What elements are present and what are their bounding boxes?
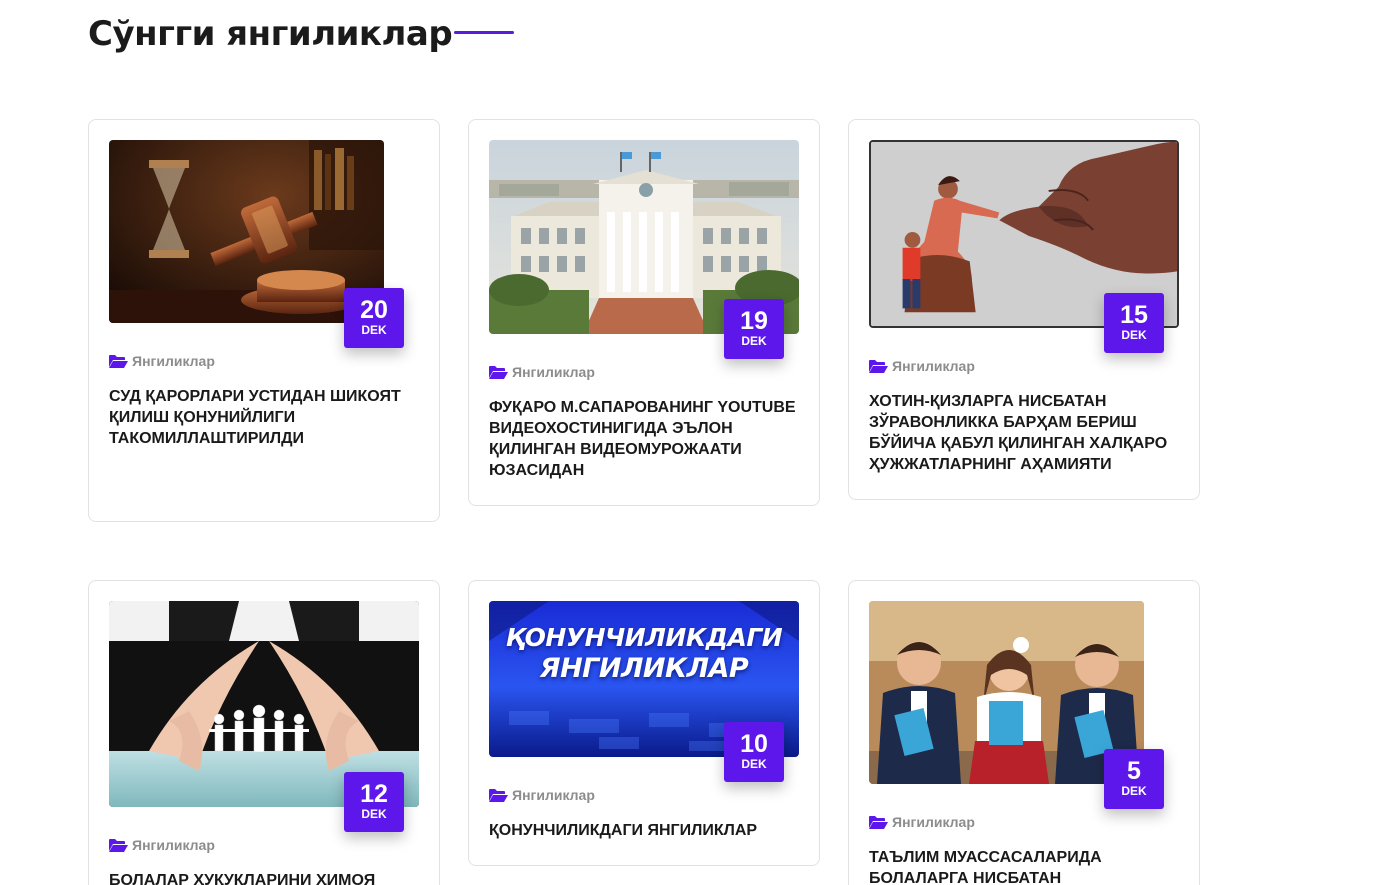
news-category[interactable]: Янгиликлар — [869, 358, 975, 374]
news-category[interactable]: Янгиликлар — [869, 814, 975, 830]
news-title-link[interactable]: СУД ҚАРОРЛАРИ УСТИДАН ШИКОЯТ ҚИЛИШ ҚОНУН… — [109, 386, 424, 449]
banner-text: ҚОНУНЧИЛИКДАГИ ЯНГИЛИКЛАР — [489, 623, 799, 685]
category-label: Янгиликлар — [512, 364, 595, 380]
date-badge: 12 DEK — [344, 772, 404, 832]
folder-open-icon — [109, 355, 128, 368]
news-card[interactable]: 15 DEK Янгиликлар ХОТИН-ҚИЗЛАРГА НИСБАТА… — [848, 119, 1200, 500]
news-title-link[interactable]: БОЛАЛАР ҲУҚУҚЛАРИНИ ҲИМОЯ — [109, 870, 424, 885]
news-category[interactable]: Янгиликлар — [489, 787, 595, 803]
date-badge: 20 DEK — [344, 288, 404, 348]
banner-line-2: ЯНГИЛИКЛАР — [539, 653, 749, 684]
news-image-school-children[interactable] — [869, 601, 1144, 784]
folder-open-icon — [869, 360, 888, 373]
title-accent-line — [454, 31, 514, 34]
folder-open-icon — [489, 789, 508, 802]
folder-open-icon — [109, 839, 128, 852]
folder-open-icon — [869, 816, 888, 829]
news-card[interactable]: 5 DEK Янгиликлар ТАЪЛИМ МУАССАСАЛАРИДА Б… — [848, 580, 1200, 885]
news-card[interactable]: ҚОНУНЧИЛИКДАГИ ЯНГИЛИКЛАР 10 DEK Янгилик… — [468, 580, 820, 866]
news-category[interactable]: Янгиликлар — [109, 837, 215, 853]
date-day: 15 — [1120, 301, 1148, 329]
news-category[interactable]: Янгиликлар — [489, 364, 595, 380]
category-label: Янгиликлар — [132, 353, 215, 369]
news-category[interactable]: Янгиликлар — [109, 353, 215, 369]
date-badge: 5 DEK — [1104, 749, 1164, 809]
date-day: 5 — [1127, 757, 1141, 785]
date-badge: 10 DEK — [724, 722, 784, 782]
banner-line-1: ҚОНУНЧИЛИКДАГИ — [505, 623, 783, 652]
news-image-judge-gavel[interactable] — [109, 140, 384, 323]
category-label: Янгиликлар — [892, 814, 975, 830]
news-card[interactable]: 20 DEK Янгиликлар СУД ҚАРОРЛАРИ УСТИДАН … — [88, 119, 440, 522]
news-title-link[interactable]: ХОТИН-ҚИЗЛАРГА НИСБАТАН ЗЎРАВОНЛИККА БАР… — [869, 391, 1184, 475]
date-badge: 19 DEK — [724, 299, 784, 359]
date-month: DEK — [741, 757, 767, 771]
category-label: Янгиликлар — [512, 787, 595, 803]
news-title-link[interactable]: ФУҚАРО М.САПАРОВАНИНГ YOUTUBE ВИДЕОХОСТИ… — [489, 397, 804, 481]
date-day: 20 — [360, 296, 388, 324]
news-title-link[interactable]: ҚОНУНЧИЛИКДАГИ ЯНГИЛИКЛАР — [489, 820, 804, 841]
category-label: Янгиликлар — [132, 837, 215, 853]
date-month: DEK — [741, 334, 767, 348]
date-day: 12 — [360, 780, 388, 808]
news-card[interactable]: 12 DEK Янгиликлар БОЛАЛАР ҲУҚУҚЛАРИНИ ҲИ… — [88, 580, 440, 885]
date-day: 19 — [740, 307, 768, 335]
section-title: Сўнгги янгиликлар — [88, 14, 453, 54]
date-month: DEK — [1121, 328, 1147, 342]
news-card[interactable]: 19 DEK Янгиликлар ФУҚАРО М.САПАРОВАНИНГ … — [468, 119, 820, 506]
folder-open-icon — [489, 366, 508, 379]
category-label: Янгиликлар — [892, 358, 975, 374]
date-month: DEK — [361, 323, 387, 337]
date-badge: 15 DEK — [1104, 293, 1164, 353]
section-header: Сўнгги янгиликлар — [88, 14, 514, 54]
date-day: 10 — [740, 730, 768, 758]
date-month: DEK — [361, 807, 387, 821]
date-month: DEK — [1121, 784, 1147, 798]
news-title-link[interactable]: ТАЪЛИМ МУАССАСАЛАРИДА БОЛАЛАРГА НИСБАТАН — [869, 847, 1184, 885]
